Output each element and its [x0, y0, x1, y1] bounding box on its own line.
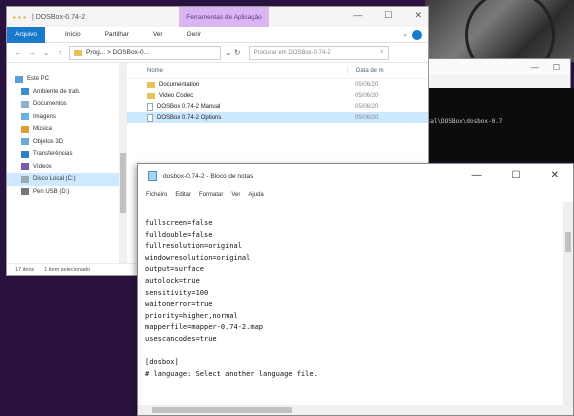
text-line: autolock=true — [145, 276, 200, 285]
list-item[interactable]: Documentation 05/06/20 — [127, 79, 428, 90]
sidebar-item-usb[interactable]: Pen USB (D:) — [7, 186, 122, 199]
text-line: mapperfile=mapper-0.74-2.map — [145, 323, 264, 332]
sidebar-item-documents[interactable]: Documentos — [7, 98, 122, 111]
sidebar-item-3d-objects[interactable]: Objetos 3D — [7, 136, 122, 149]
nav-scrollbar[interactable] — [119, 63, 127, 265]
sidebar-item-music[interactable]: Música — [7, 123, 122, 136]
computer-icon — [15, 75, 23, 83]
tab-manage[interactable]: Gerir — [175, 31, 213, 38]
menu-format[interactable]: Formatar — [199, 192, 223, 198]
search-placeholder: Procurar em DOSBox-0.74-2 — [253, 49, 331, 56]
maximize-icon[interactable]: ☐ — [512, 170, 521, 181]
address-bar-row: ← → ⌄ ↑ Prog... > DOSBox-0... ⌄ ↻ Procur… — [7, 43, 428, 63]
refresh-icon[interactable]: ⌄ ↻ — [225, 48, 241, 57]
notepad-vertical-scrollbar[interactable] — [563, 202, 573, 405]
column-name[interactable]: Nome — [127, 68, 347, 74]
sidebar-item-downloads[interactable]: Transferências — [7, 148, 122, 161]
chevron-down-icon[interactable]: ⌄ — [402, 30, 408, 38]
back-icon[interactable]: ← — [13, 48, 23, 57]
text-line: fullscreen=false — [145, 219, 213, 227]
forward-icon[interactable]: → — [27, 48, 37, 57]
desktop-icon — [21, 88, 29, 96]
text-line: waitonerror=true — [145, 300, 213, 309]
search-input[interactable]: Procurar em DOSBox-0.74-2 ⌕ — [248, 45, 389, 60]
quick-access-icon[interactable]: ▪ ▪ ▪ — [13, 13, 26, 22]
drive-icon — [21, 175, 29, 183]
notepad-icon — [148, 171, 157, 181]
usb-icon — [21, 188, 29, 196]
item-count: 17 itens — [15, 266, 35, 273]
menu-view[interactable]: Ver — [231, 192, 240, 198]
list-item[interactable]: DOSBox 0.74-2 Manual 05/06/20 — [127, 101, 428, 112]
list-item[interactable]: DOSBox 0.74-2 Options 05/06/20 — [127, 112, 428, 123]
minimize-icon[interactable]: — — [353, 10, 362, 21]
search-icon: ⌕ — [380, 49, 384, 55]
navigation-pane: Este PC Ambiente de trab. Documentos Ima… — [7, 63, 123, 265]
text-line — [145, 346, 557, 358]
notepad-horizontal-scrollbar[interactable] — [138, 405, 573, 415]
console-text: ocal\DOSBox\dosbox-0.7 — [423, 118, 503, 125]
tab-manage-tools[interactable]: Ferramentas de Aplicação — [179, 7, 269, 27]
file-list-header: Nome Data de m — [127, 63, 428, 79]
documents-icon — [21, 100, 29, 108]
tab-view[interactable]: Ver — [141, 31, 175, 38]
ribbon: Arquivo Início Partilhar Ver Gerir ⌄ — [7, 26, 428, 43]
column-date[interactable]: Data de m — [347, 67, 428, 74]
text-line: sensitivity=100 — [145, 288, 209, 297]
explorer-titlebar: ▪ ▪ ▪ | DOSBox-0.74-2 Ferramentas de Apl… — [7, 7, 428, 27]
console-output: ocal\DOSBox\dosbox-0.7 — [421, 88, 574, 162]
tab-home[interactable]: Início — [53, 31, 93, 38]
text-line: windowresolution=original — [145, 253, 251, 262]
text-line: [dosbox] — [145, 358, 179, 367]
cube-icon — [21, 138, 29, 146]
notepad-menubar: Ficheiro Editar Formatar Ver Ajuda — [138, 188, 573, 202]
document-icon — [147, 102, 153, 111]
help-icon[interactable] — [412, 30, 422, 40]
menu-edit[interactable]: Editar — [175, 192, 191, 198]
list-item[interactable]: Video Codec 05/06/20 — [127, 90, 428, 101]
menu-help[interactable]: Ajuda — [248, 192, 263, 198]
text-line: fulldouble=false — [145, 230, 213, 239]
notepad-titlebar: dosbox-0.74-2 - Bloco de notas — ☐ ✕ — [138, 164, 573, 188]
video-icon — [21, 163, 29, 171]
tab-file[interactable]: Arquivo — [7, 26, 46, 43]
minimize-icon[interactable]: — — [472, 170, 482, 181]
text-line: fullresolution=original — [145, 242, 242, 251]
up-icon[interactable]: ↑ — [55, 48, 65, 57]
pictures-icon — [21, 113, 29, 121]
folder-icon — [74, 49, 82, 56]
sidebar-item-pictures[interactable]: Imagens — [7, 111, 122, 124]
sidebar-item-this-pc[interactable]: Este PC — [7, 73, 122, 86]
text-line: priority=higher,normal — [145, 311, 238, 320]
tab-share[interactable]: Partilhar — [93, 31, 141, 38]
close-icon[interactable]: ✕ — [551, 170, 559, 181]
folder-icon — [147, 81, 155, 88]
sidebar-item-videos[interactable]: Vídeos — [7, 161, 122, 174]
notepad-text-area[interactable]: fullscreen=false fulldouble=false fullreso… — [138, 202, 563, 405]
notepad-title: dosbox-0.74-2 - Bloco de notas — [163, 172, 254, 180]
close-icon[interactable]: ✕ — [414, 10, 422, 21]
maximize-icon[interactable]: ☐ — [384, 10, 392, 21]
document-icon — [147, 113, 153, 122]
recent-icon[interactable]: ⌄ — [41, 48, 51, 57]
text-line: usescancodes=true — [145, 334, 217, 343]
maximize-icon[interactable]: ☐ — [553, 63, 560, 72]
selection-count: 1 item selecionado — [44, 266, 91, 273]
download-icon — [21, 150, 29, 158]
wallpaper-image — [425, 0, 574, 80]
folder-icon — [147, 92, 155, 99]
notepad-window[interactable]: dosbox-0.74-2 - Bloco de notas — ☐ ✕ Fic… — [137, 163, 574, 416]
sidebar-item-desktop[interactable]: Ambiente de trab. — [7, 86, 122, 99]
text-line: # language: Select another language file… — [145, 369, 318, 378]
address-text: Prog... > DOSBox-0... — [86, 49, 150, 56]
text-line: output=surface — [145, 265, 205, 274]
console-titlebar: — ☐ — [422, 59, 570, 75]
menu-file[interactable]: Ficheiro — [146, 192, 167, 198]
address-field[interactable]: Prog... > DOSBox-0... — [69, 45, 221, 60]
music-icon — [21, 125, 29, 133]
minimize-icon[interactable]: — — [531, 63, 539, 72]
sidebar-item-local-disk[interactable]: Disco Local (C:) — [7, 173, 122, 186]
explorer-title: | DOSBox-0.74-2 — [31, 13, 86, 21]
